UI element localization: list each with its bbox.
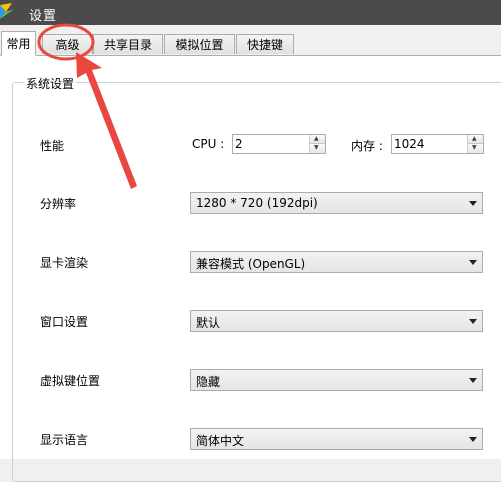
memory-input[interactable] — [394, 136, 464, 152]
memory-stepper-buttons[interactable]: ▲ ▼ — [467, 135, 483, 153]
tab-general[interactable]: 常用 — [1, 31, 36, 56]
memory-decrement-button[interactable]: ▼ — [468, 144, 483, 153]
triangle-down-icon: ▼ — [314, 144, 319, 151]
resolution-select[interactable]: 1280 * 720 (192dpi) — [190, 192, 483, 214]
memory-stepper[interactable]: ▲ ▼ — [391, 134, 484, 154]
performance-label: 性能 — [40, 139, 65, 153]
window-select[interactable]: 默认 — [190, 310, 483, 332]
window-title: 设置 — [29, 9, 58, 24]
virtual-keys-select[interactable]: 隐藏 — [190, 369, 483, 391]
language-label: 显示语言 — [40, 433, 89, 447]
triangle-up-icon: ▲ — [472, 135, 477, 142]
group-title: 系统设置 — [24, 75, 77, 92]
chevron-down-icon — [469, 319, 477, 324]
tab-shortcuts[interactable]: 快捷键 — [236, 34, 294, 54]
language-select[interactable]: 简体中文 — [190, 428, 483, 450]
triangle-up-icon: ▲ — [314, 135, 319, 142]
cpu-label: CPU : — [192, 137, 225, 151]
tab-mock-location[interactable]: 模拟位置 — [164, 34, 235, 54]
virtual-keys-value: 隐藏 — [196, 375, 221, 389]
cpu-decrement-button[interactable]: ▼ — [310, 144, 325, 153]
chevron-down-icon — [469, 260, 477, 265]
tab-advanced[interactable]: 高级 — [42, 34, 93, 54]
language-value: 简体中文 — [196, 434, 245, 448]
window-label: 窗口设置 — [40, 315, 89, 329]
cpu-input[interactable] — [235, 136, 305, 152]
cpu-increment-button[interactable]: ▲ — [310, 135, 325, 144]
graphics-label: 显卡渲染 — [40, 256, 89, 270]
graphics-value: 兼容模式 (OpenGL) — [196, 257, 306, 271]
triangle-down-icon: ▼ — [472, 144, 477, 151]
chevron-down-icon — [469, 201, 477, 206]
cpu-stepper[interactable]: ▲ ▼ — [232, 134, 326, 154]
resolution-value: 1280 * 720 (192dpi) — [196, 196, 318, 210]
memory-label: 内存 : — [351, 139, 383, 153]
window-value: 默认 — [196, 316, 221, 330]
app-logo-icon — [0, 3, 14, 21]
graphics-select[interactable]: 兼容模式 (OpenGL) — [190, 251, 483, 273]
tab-shared-folder[interactable]: 共享目录 — [93, 34, 163, 54]
cpu-stepper-buttons[interactable]: ▲ ▼ — [309, 135, 325, 153]
resolution-label: 分辨率 — [40, 197, 77, 211]
memory-increment-button[interactable]: ▲ — [468, 135, 483, 144]
virtual-keys-label: 虚拟键位置 — [40, 374, 101, 388]
chevron-down-icon — [469, 378, 477, 383]
chevron-down-icon — [469, 437, 477, 442]
title-bar: 设置 — [0, 0, 501, 25]
